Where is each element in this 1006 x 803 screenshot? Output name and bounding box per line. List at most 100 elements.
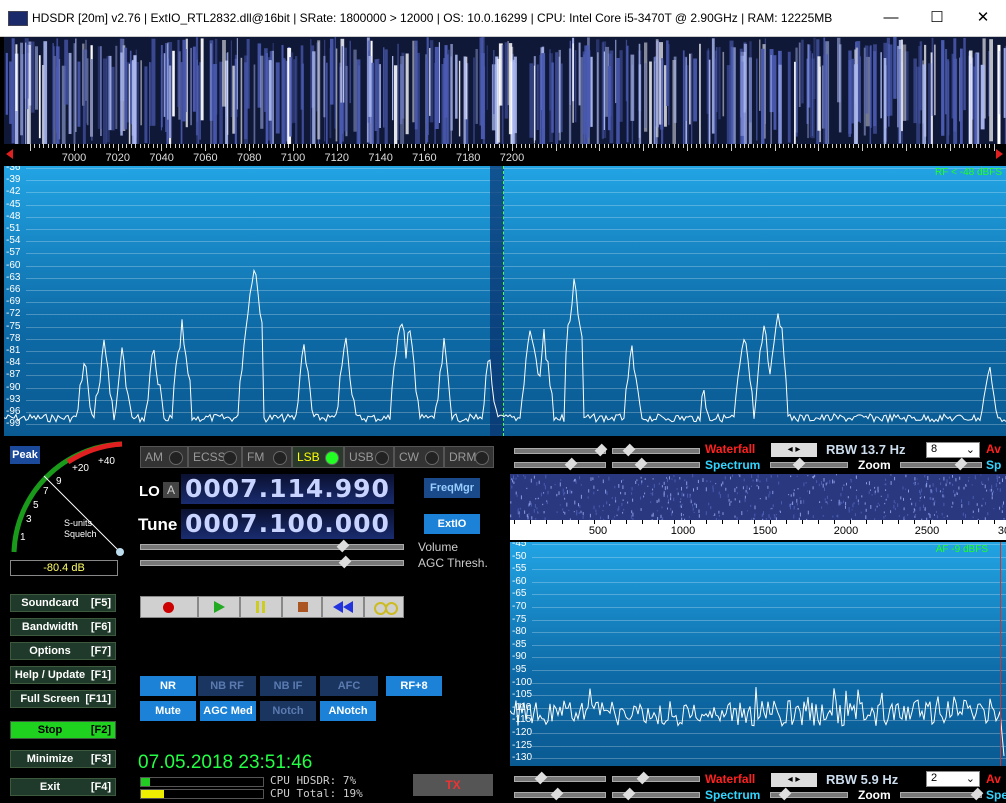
wf-top-slider-1[interactable] (514, 443, 608, 457)
chevron-down-icon: ⌄ (965, 444, 975, 456)
mode-am[interactable]: AM (140, 446, 188, 468)
mode-drm[interactable]: DRM (444, 446, 494, 468)
agc-threshold-slider[interactable] (140, 555, 404, 569)
mode-fm[interactable]: FM (242, 446, 292, 468)
close-button[interactable]: ✕ (960, 0, 1006, 36)
sp-bot-slider-2[interactable] (612, 787, 700, 801)
ruler-tick (844, 144, 846, 148)
ruler-tick (34, 144, 36, 148)
af-waterfall[interactable] (510, 474, 1006, 520)
sp-top-slider-3[interactable] (900, 457, 982, 471)
play-button[interactable] (198, 596, 240, 618)
dsp-mute[interactable]: Mute (140, 701, 196, 721)
af-tick (850, 520, 851, 524)
ruler-tick (892, 144, 894, 148)
af-cutoff-marker[interactable] (1000, 542, 1001, 766)
af-spectrum[interactable]: -45 -50 -55 -60 -65 -70 -75 -80 -85 -90 -95 -100 -10… (510, 542, 1006, 766)
ruler-tick (989, 144, 991, 148)
sp-bot-slider-1[interactable] (514, 787, 606, 801)
loop-button[interactable] (364, 596, 404, 618)
ruler-tick (47, 144, 49, 148)
record-button[interactable] (140, 596, 198, 618)
side-button-options[interactable]: Options [F7] (10, 642, 116, 660)
tx-button[interactable]: TX (413, 774, 493, 796)
af-axis: 500 1000 1500 2000 2500 30 (510, 520, 1006, 540)
scale-5: 5 (33, 500, 39, 511)
lo-frequency[interactable]: 0007.114.990 (181, 474, 394, 504)
ruler-tick (288, 144, 290, 148)
side-button-soundcard[interactable]: Soundcard [F5] (10, 594, 116, 612)
maximize-button[interactable]: ☐ (914, 0, 960, 36)
dsp-rf-8[interactable]: RF+8 (386, 676, 442, 696)
ruler-tick (853, 144, 855, 148)
side-button-stop[interactable]: Stop [F2] (10, 721, 116, 739)
wf-bot-slider-1[interactable] (514, 771, 606, 785)
ruler-label: 7060 (193, 152, 218, 164)
rf-waterfall[interactable] (4, 37, 1006, 144)
rbw-arrows-bottom[interactable]: ◂ ▸ (771, 773, 817, 787)
cpu-total-meter (140, 789, 264, 799)
rf-spectrum[interactable]: -36 -39 -42 -45 -48 -51 -54 -57 -60 -63 -66 -69 -72-… (4, 166, 1006, 436)
side-button-minimize[interactable]: Minimize [F3] (10, 750, 116, 768)
ruler-label: 7180 (455, 152, 481, 164)
dsp-afc[interactable]: AFC (320, 676, 378, 696)
mode-lsb[interactable]: LSB (292, 446, 344, 468)
side-button-key: [F1] (90, 669, 111, 681)
zoom-slider-bottom[interactable] (770, 787, 848, 801)
extio-button[interactable]: ExtIO (424, 514, 480, 534)
ruler-tick (634, 144, 636, 148)
dsp-anotch[interactable]: ANotch (320, 701, 376, 721)
side-button-full-screen[interactable]: Full Screen [F11] (10, 690, 116, 708)
ruler-tick (43, 144, 45, 148)
rbw-arrows-top[interactable]: ◂ ▸ (771, 443, 817, 457)
lo-mode-a[interactable]: A (163, 482, 179, 498)
tune-frequency[interactable]: 0007.100.000 (181, 509, 394, 539)
af-axis-label: 30 (997, 525, 1006, 537)
ruler-tick (840, 144, 842, 148)
avg-select-bottom[interactable]: 2 ⌄ (926, 771, 980, 787)
ruler-tick (529, 144, 531, 148)
sp-top-slider-2[interactable] (612, 457, 700, 471)
ruler-label: 7100 (280, 152, 306, 164)
dsp-nr[interactable]: NR (140, 676, 196, 696)
ruler-tick (599, 144, 601, 151)
side-button-help-update[interactable]: Help / Update [F1] (10, 666, 116, 684)
ruler-tick (148, 144, 150, 148)
ruler-tick (954, 144, 956, 148)
zoom-slider-top[interactable] (770, 457, 848, 471)
ruler-tick (95, 144, 97, 148)
dsp-notch[interactable]: Notch (260, 701, 316, 721)
af-tick (962, 520, 963, 524)
side-button-exit[interactable]: Exit [F4] (10, 778, 116, 796)
scroll-left-icon[interactable] (6, 149, 13, 159)
wf-bot-slider-2[interactable] (612, 771, 700, 785)
ruler-tick (862, 144, 864, 151)
stop-playback-button[interactable] (282, 596, 322, 618)
avg-select-top[interactable]: 8 ⌄ (926, 442, 980, 458)
dsp-nb-if[interactable]: NB IF (260, 676, 316, 696)
freqmgr-button[interactable]: FreqMgr (424, 478, 480, 498)
frequency-ruler[interactable]: 7000 7020 7040 7060 7080 7100 7120 7140 7160 7180… (4, 144, 1006, 166)
sp-bot-slider-3[interactable] (900, 787, 984, 801)
sp-top-slider-1[interactable] (514, 457, 606, 471)
mode-usb[interactable]: USB (344, 446, 394, 468)
scale-plus20: +20 (72, 463, 89, 474)
mode-cw[interactable]: CW (394, 446, 444, 468)
mode-ecss[interactable]: ECSS (188, 446, 242, 468)
ruler-tick (590, 144, 592, 148)
dsp-nb-rf[interactable]: NB RF (198, 676, 256, 696)
scroll-right-icon[interactable] (996, 149, 1003, 159)
wf-top-slider-2[interactable] (612, 443, 700, 457)
ruler-tick (647, 144, 649, 148)
ruler-tick (411, 144, 413, 148)
af-trace (510, 686, 1005, 757)
side-button-bandwidth[interactable]: Bandwidth [F6] (10, 618, 116, 636)
ruler-tick (292, 144, 294, 151)
minimize-button[interactable]: — (868, 0, 914, 36)
dsp-agc-med[interactable]: AGC Med (200, 701, 256, 721)
pause-button[interactable] (240, 596, 282, 618)
record-icon (163, 602, 174, 613)
ruler-tick (196, 144, 198, 148)
rewind-button[interactable] (322, 596, 364, 618)
volume-slider[interactable] (140, 539, 404, 553)
